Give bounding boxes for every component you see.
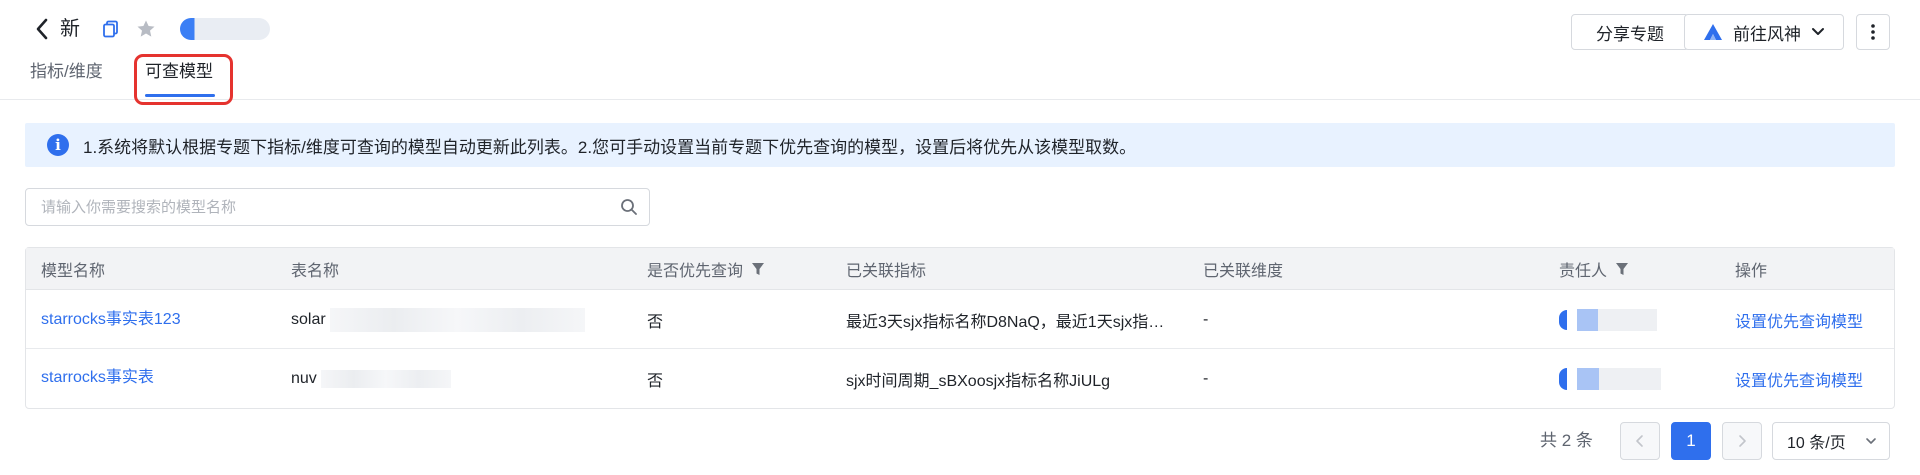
- chevron-down-icon: [1866, 438, 1876, 444]
- pagination-total: 共 2 条: [1540, 431, 1593, 450]
- redacted-text: [329, 307, 585, 332]
- back-icon[interactable]: [30, 14, 54, 44]
- pagination-next-button[interactable]: [1722, 422, 1762, 460]
- priority-value: 否: [647, 372, 664, 390]
- highlight-box: [134, 54, 233, 105]
- more-vertical-icon: [1871, 24, 1875, 40]
- column-header-model-name: 模型名称: [41, 263, 106, 280]
- set-priority-model-link[interactable]: 设置优先查询模型: [1735, 308, 1863, 332]
- column-header-actions: 操作: [1735, 263, 1768, 280]
- model-search-box: [25, 188, 650, 226]
- search-icon[interactable]: [609, 189, 649, 225]
- linked-metrics: 最近3天sjx指标名称D8NaQ，最近1天sjx指…: [846, 313, 1165, 331]
- info-banner-text: 1.系统将默认根据专题下指标/维度可查询的模型自动更新此列表。2.您可手动设置当…: [83, 137, 1137, 157]
- chevron-left-icon: [1636, 435, 1643, 447]
- table-row: starrocks事实表123 solar 否 最近3天sjx指标名称D8NaQ…: [26, 290, 1894, 349]
- linked-metrics: sjx时间周期_sBXoosjx指标名称JiULg: [846, 372, 1111, 390]
- goto-fengshen-button[interactable]: 前往风神: [1684, 14, 1844, 50]
- page-size-select[interactable]: 10 条/页: [1772, 422, 1890, 460]
- chevron-right-icon: [1739, 435, 1746, 447]
- pagination-prev-button[interactable]: [1620, 422, 1660, 460]
- models-table: 模型名称 表名称 是否优先查询 已关联指标 已关联维度 责任人 操作 starr…: [25, 247, 1895, 409]
- creator-avatar: [180, 18, 270, 40]
- table-header: 模型名称 表名称 是否优先查询 已关联指标 已关联维度 责任人 操作: [26, 248, 1894, 290]
- goto-fengshen-label: 前往风神: [1733, 24, 1801, 44]
- priority-value: 否: [647, 313, 664, 331]
- page-title: 新: [60, 18, 80, 40]
- info-banner: i 1.系统将默认根据专题下指标/维度可查询的模型自动更新此列表。2.您可手动设…: [25, 123, 1895, 167]
- column-header-metrics: 已关联指标: [846, 263, 927, 280]
- owner-name-redacted: [1577, 367, 1661, 390]
- header: 新 分享专题 前往风神 指标/维度 可查模型: [0, 0, 1920, 105]
- model-name-link[interactable]: starrocks事实表: [41, 363, 154, 387]
- model-name-link[interactable]: starrocks事实表123: [41, 305, 181, 329]
- fengshen-logo-icon: [1704, 24, 1722, 40]
- column-header-dimensions: 已关联维度: [1203, 263, 1284, 280]
- table-name: solar: [291, 310, 326, 328]
- info-icon: i: [47, 134, 69, 156]
- avatar: [1559, 309, 1567, 330]
- column-header-priority: 是否优先查询: [647, 248, 765, 290]
- redacted-text: [320, 369, 451, 388]
- share-topic-button[interactable]: 分享专题: [1571, 14, 1689, 50]
- set-priority-model-link[interactable]: 设置优先查询模型: [1735, 367, 1863, 391]
- linked-dimensions: -: [1203, 369, 1209, 387]
- avatar: [1559, 367, 1567, 390]
- column-header-owner: 责任人: [1559, 248, 1629, 290]
- copy-icon[interactable]: [98, 16, 124, 42]
- table-name: nuv: [291, 369, 317, 387]
- chevron-down-icon: [1812, 28, 1824, 35]
- tab-metrics-dimensions[interactable]: 指标/维度: [30, 58, 103, 86]
- column-header-table-name: 表名称: [291, 263, 340, 280]
- table-row: starrocks事实表 nuv 否 sjx时间周期_sBXoosjx指标名称J…: [26, 349, 1894, 408]
- filter-icon[interactable]: [1615, 262, 1629, 276]
- filter-icon[interactable]: [751, 262, 765, 276]
- model-search-input[interactable]: [26, 189, 609, 225]
- pagination-page-1[interactable]: 1: [1671, 422, 1711, 460]
- more-menu-button[interactable]: [1856, 14, 1890, 50]
- owner-name-redacted: [1577, 308, 1657, 331]
- page-size-value: 10 条/页: [1787, 435, 1846, 452]
- linked-dimensions: -: [1203, 310, 1209, 328]
- star-icon[interactable]: [133, 16, 159, 42]
